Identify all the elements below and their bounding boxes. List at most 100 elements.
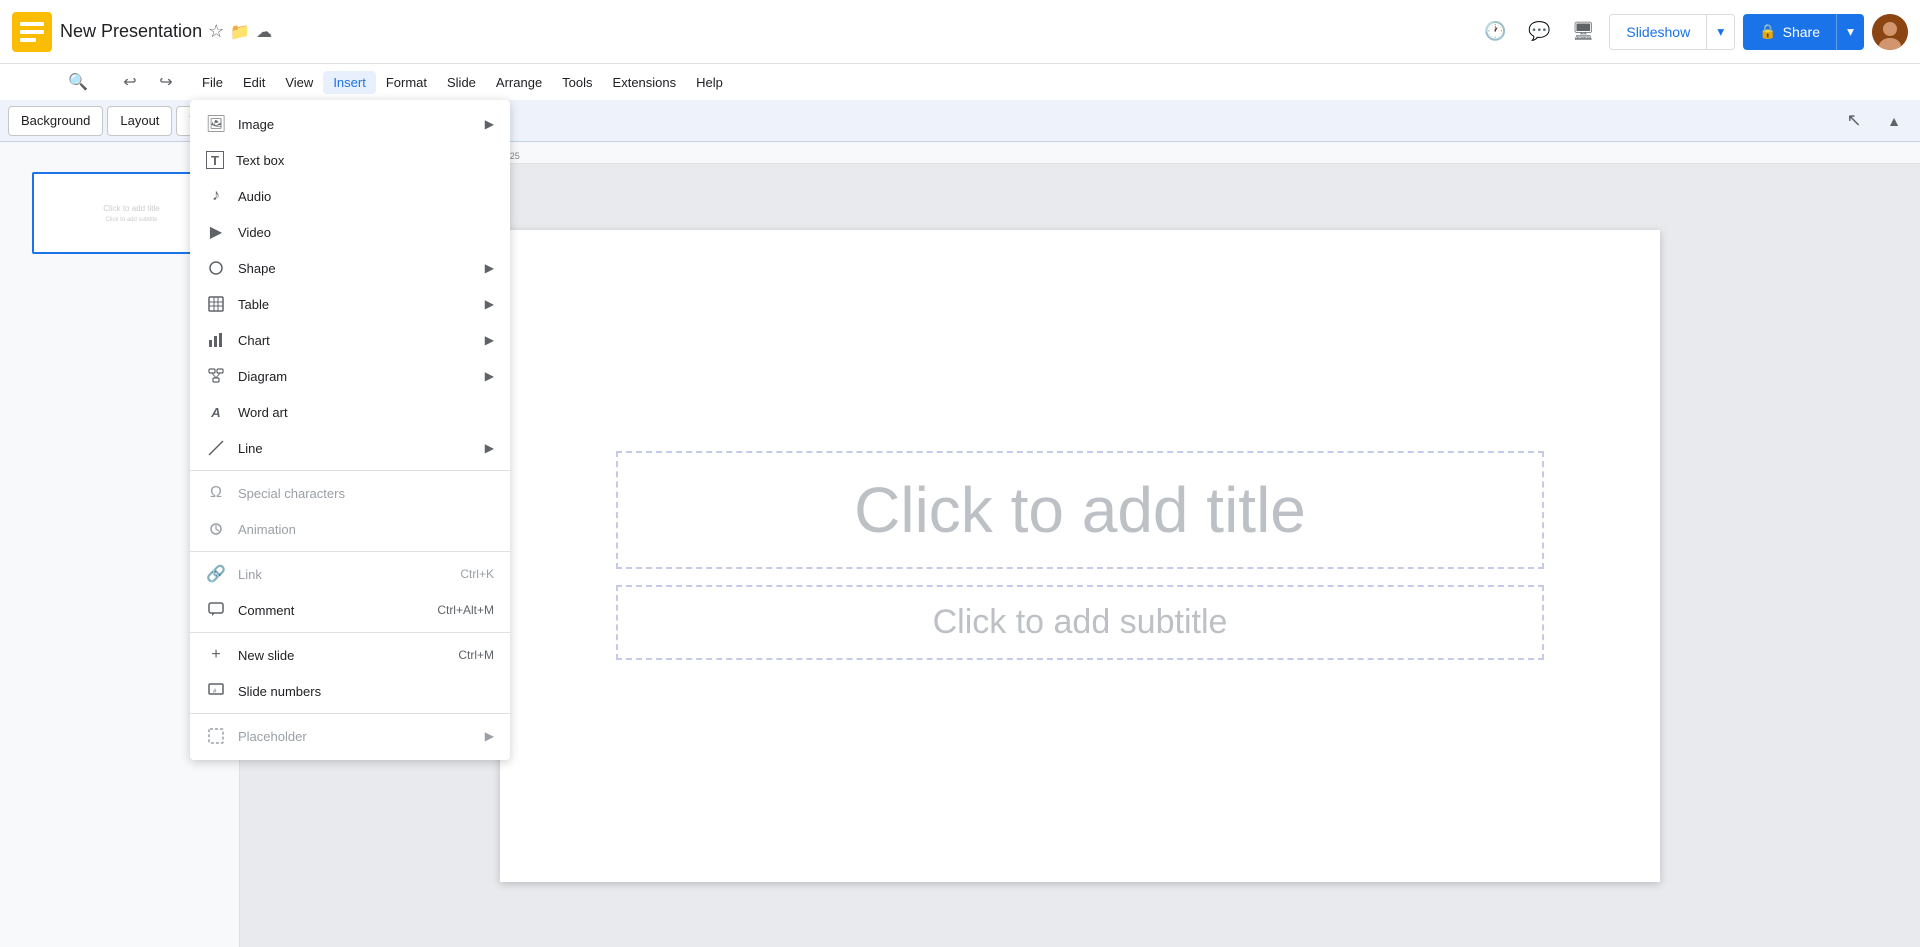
wordart-label: Word art — [238, 405, 494, 420]
slide-canvas[interactable]: Click to add title Click to add subtitle — [500, 230, 1660, 882]
menu-item-help[interactable]: Help — [686, 71, 733, 94]
menu-item-view[interactable]: View — [275, 71, 323, 94]
comment-menu-icon — [206, 600, 226, 620]
menu-item-shape[interactable]: Shape ▶ — [190, 250, 510, 286]
table-label: Table — [238, 297, 473, 312]
search-icon[interactable]: 🔍 — [60, 64, 96, 100]
menu-item-animation: Animation — [190, 511, 510, 547]
menu-item-new-slide[interactable]: + New slide Ctrl+M — [190, 637, 510, 673]
animation-label: Animation — [238, 522, 494, 537]
menu-item-image[interactable]: 🖼 Image ▶ — [190, 106, 510, 142]
chart-submenu-arrow: ▶ — [485, 333, 494, 347]
animation-icon — [206, 519, 226, 539]
menu-item-video[interactable]: ▶ Video — [190, 214, 510, 250]
slide-title-placeholder[interactable]: Click to add title — [854, 474, 1306, 546]
slideshow-dropdown-button[interactable]: ▾ — [1707, 14, 1735, 50]
thumb-subtitle: Click to add subtitle — [105, 217, 157, 223]
audio-icon: ♪ — [206, 186, 226, 206]
slide-numbers-icon: # — [206, 681, 226, 701]
ruler-mark: 25 — [510, 151, 520, 161]
separator-3 — [190, 632, 510, 633]
image-submenu-arrow: ▶ — [485, 117, 494, 131]
slideshow-btn-group: Slideshow ▾ — [1609, 14, 1735, 50]
placeholder-icon — [206, 726, 226, 746]
doc-title-text[interactable]: New Presentation — [60, 21, 202, 42]
cloud-icon[interactable]: ☁ — [256, 22, 272, 42]
menu-item-wordart[interactable]: A Word art — [190, 394, 510, 430]
video-label: Video — [238, 225, 494, 240]
title-placeholder-box[interactable]: Click to add title — [616, 451, 1544, 569]
menu-item-edit[interactable]: Edit — [233, 71, 275, 94]
slide-subtitle-placeholder[interactable]: Click to add subtitle — [933, 603, 1228, 641]
app-logo[interactable] — [12, 12, 52, 52]
audio-label: Audio — [238, 189, 494, 204]
menu-item-link: 🔗 Link Ctrl+K — [190, 556, 510, 592]
title-bar: New Presentation ☆ 📁 ☁ 🕐 💬 🖥 Slideshow ▾… — [0, 0, 1920, 64]
top-right-controls: 🕐 💬 🖥 Slideshow ▾ 🔒 Share ▾ — [1477, 14, 1908, 50]
menu-item-slide[interactable]: Slide — [437, 71, 486, 94]
present-icon[interactable]: 🖥 — [1565, 14, 1601, 50]
menu-item-textbox[interactable]: T Text box — [190, 142, 510, 178]
thumb-title: Click to add title — [103, 204, 159, 213]
title-area: New Presentation ☆ 📁 ☁ — [60, 21, 272, 42]
redo-icon[interactable]: ↪ — [148, 64, 184, 100]
history-icon[interactable]: 🕐 — [1477, 14, 1513, 50]
undo-icon[interactable]: ↩ — [112, 64, 148, 100]
background-button[interactable]: Background — [8, 106, 103, 136]
link-label: Link — [238, 567, 448, 582]
menu-item-format[interactable]: Format — [376, 71, 437, 94]
menu-item-diagram[interactable]: Diagram ▶ — [190, 358, 510, 394]
menu-item-chart[interactable]: Chart ▶ — [190, 322, 510, 358]
menu-item-audio[interactable]: ♪ Audio — [190, 178, 510, 214]
doc-title-row: New Presentation ☆ 📁 ☁ — [60, 21, 272, 42]
shape-label: Shape — [238, 261, 473, 276]
table-submenu-arrow: ▶ — [485, 297, 494, 311]
special-characters-label: Special characters — [238, 486, 494, 501]
slide-numbers-label: Slide numbers — [238, 684, 494, 699]
new-slide-icon: + — [206, 645, 226, 665]
layout-button[interactable]: Layout — [107, 106, 172, 136]
share-button[interactable]: 🔒 Share — [1743, 14, 1836, 50]
menu-item-comment[interactable]: Comment Ctrl+Alt+M — [190, 592, 510, 628]
comment-icon[interactable]: 💬 — [1521, 14, 1557, 50]
avatar[interactable] — [1872, 14, 1908, 50]
shape-submenu-arrow: ▶ — [485, 261, 494, 275]
menu-item-line[interactable]: Line ▶ — [190, 430, 510, 466]
line-label: Line — [238, 441, 473, 456]
diagram-submenu-arrow: ▶ — [485, 369, 494, 383]
menu-item-table[interactable]: Table ▶ — [190, 286, 510, 322]
search-area: 🔍 — [60, 64, 96, 100]
separator-2 — [190, 551, 510, 552]
special-characters-icon: Ω — [206, 483, 226, 503]
subtitle-placeholder-box[interactable]: Click to add subtitle — [616, 585, 1544, 660]
share-btn-group: 🔒 Share ▾ — [1743, 14, 1864, 50]
menu-item-insert[interactable]: Insert — [323, 71, 376, 94]
star-icon[interactable]: ☆ — [208, 21, 224, 42]
comment-label: Comment — [238, 603, 425, 618]
slideshow-button[interactable]: Slideshow — [1609, 14, 1707, 50]
menu-item-slide-numbers[interactable]: # Slide numbers — [190, 673, 510, 709]
new-slide-shortcut: Ctrl+M — [458, 648, 494, 662]
lock-icon: 🔒 — [1759, 23, 1776, 40]
select-icon[interactable]: ↖ — [1836, 103, 1872, 139]
menu-item-arrange[interactable]: Arrange — [486, 71, 552, 94]
link-shortcut: Ctrl+K — [460, 567, 494, 581]
folder-icon[interactable]: 📁 — [230, 22, 250, 42]
placeholder-label: Placeholder — [238, 729, 473, 744]
diagram-icon — [206, 366, 226, 386]
link-icon: 🔗 — [206, 564, 226, 584]
video-icon: ▶ — [206, 222, 226, 242]
collapse-icon[interactable]: ▲ — [1876, 103, 1912, 139]
wordart-icon: A — [206, 402, 226, 422]
share-dropdown-button[interactable]: ▾ — [1836, 14, 1864, 50]
image-label: Image — [238, 117, 473, 132]
separator-1 — [190, 470, 510, 471]
image-icon: 🖼 — [206, 114, 226, 134]
menu-item-file[interactable]: File — [192, 71, 233, 94]
chart-icon — [206, 330, 226, 350]
menu-item-tools[interactable]: Tools — [552, 71, 602, 94]
new-slide-label: New slide — [238, 648, 446, 663]
chart-label: Chart — [238, 333, 473, 348]
menu-item-extensions[interactable]: Extensions — [603, 71, 687, 94]
shape-icon — [206, 258, 226, 278]
